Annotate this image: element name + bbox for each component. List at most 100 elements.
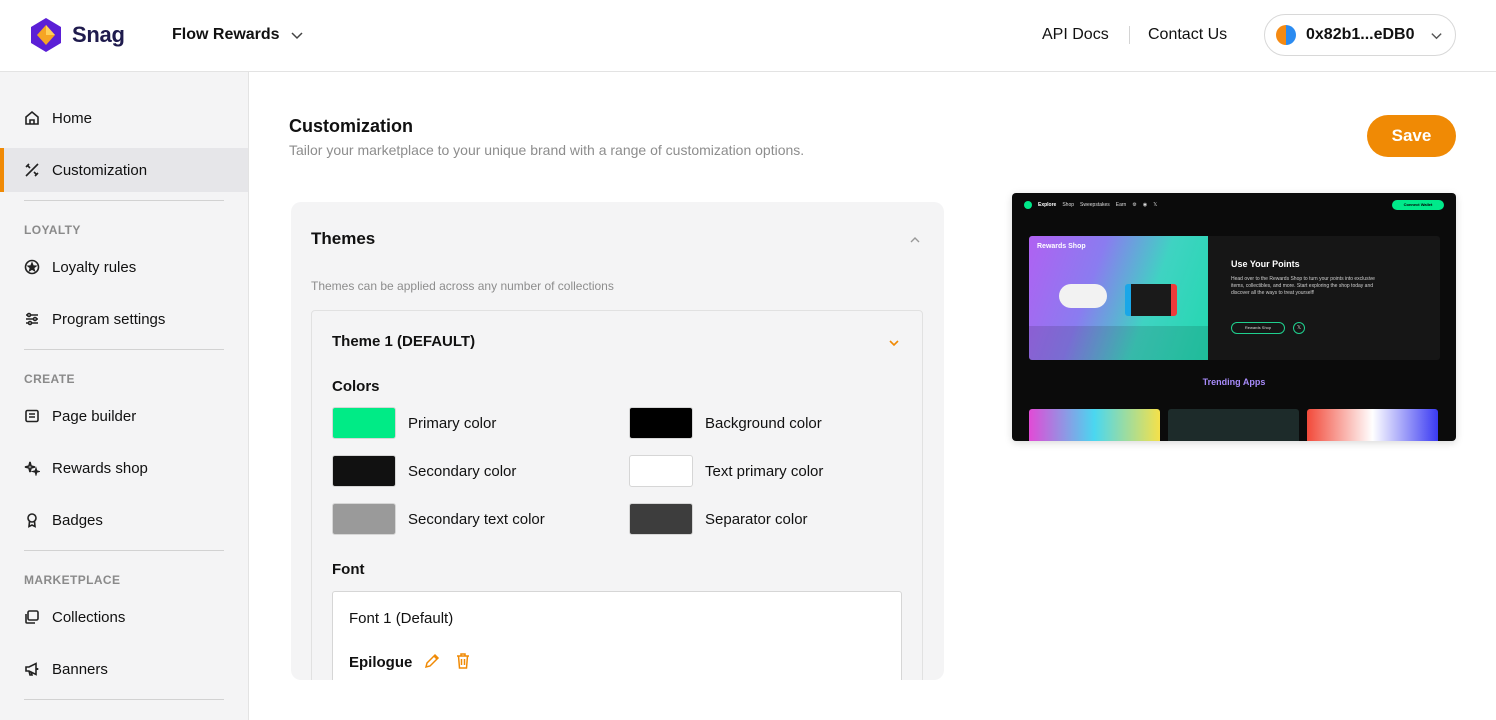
color-label: Background color [705,414,822,432]
preview-nav-item: Sweepstakes [1080,202,1110,208]
wallet-address: 0x82b1...eDB0 [1306,26,1415,43]
color-label: Text primary color [705,462,824,480]
preview-trending-title: Trending Apps [1202,377,1266,387]
font-name: Font 1 (Default) [349,610,454,627]
sidebar-item-rewards-shop[interactable]: Rewards shop [0,446,248,490]
secondary-color-swatch[interactable] [332,455,396,487]
wallet-button[interactable]: 0x82b1...eDB0 [1264,14,1456,56]
preview-app-tile [1029,409,1160,441]
sparkles-icon [24,461,40,476]
marketplace-preview: Explore Shop Sweepstakes Earn ⚙ ◉ 𝕏 Conn… [1012,193,1456,441]
primary-color-swatch[interactable] [332,407,396,439]
preview-nav-item: Shop [1062,202,1075,208]
themes-description: Themes can be applied across any number … [311,279,614,293]
page-subtitle: Tailor your marketplace to your unique b… [289,142,805,158]
chevron-down-icon [291,32,303,40]
color-row-primary: Primary color [332,407,496,439]
sidebar-section-create: CREATE [24,372,75,386]
preview-hero: Rewards Shop Use Your Points Head over t… [1029,236,1440,360]
themes-title: Themes [311,229,376,248]
sidebar-item-label: Program settings [52,310,166,328]
chevron-down-icon [1431,33,1442,40]
star-circle-icon [24,259,40,275]
top-header: Snag Flow Rewards API Docs Contact Us 0x… [0,0,1496,72]
headset-image [1059,284,1107,308]
font-family: Epilogue [349,654,413,671]
sidebar-item-home[interactable]: Home [0,96,248,140]
preview-hero-title: Use Your Points [1231,259,1300,269]
color-row-text-primary: Text primary color [629,455,823,487]
sidebar-item-badges[interactable]: Badges [0,498,248,542]
secondary-text-color-swatch[interactable] [332,503,396,535]
separator-color-swatch[interactable] [629,503,693,535]
preview-nav-item: Explore [1038,202,1057,208]
background-color-swatch[interactable] [629,407,693,439]
sidebar-item-label: Collections [52,608,126,626]
hero-floor [1029,326,1208,360]
color-label: Primary color [408,414,497,432]
font-label: Font [332,561,365,578]
color-row-separator: Separator color [629,503,808,535]
sidebar-item-label: Banners [52,660,108,678]
theme-title[interactable]: Theme 1 (DEFAULT) [332,333,475,350]
color-label: Secondary color [408,462,517,480]
project-name: Flow Rewards [172,26,280,43]
header-divider [1129,26,1130,44]
page-icon [25,409,39,423]
sidebar-item-label: Badges [52,511,103,529]
sidebar-item-label: Home [52,109,93,127]
chevron-up-icon[interactable] [908,233,922,247]
wallet-avatar-icon [1276,25,1296,45]
snag-logo-icon[interactable] [28,17,64,53]
sidebar-divider [24,349,224,350]
page-title: Customization [289,116,413,136]
preview-hero-body: Head over to the Rewards Shop to turn yo… [1231,276,1375,296]
sidebar-divider [24,200,224,201]
preview-hero-button: Rewards Shop [1231,322,1285,334]
sidebar-item-program-settings[interactable]: Program settings [0,297,248,341]
badge-icon [27,513,37,528]
sidebar-item-banners[interactable]: Banners [0,647,248,691]
sidebar-divider [24,699,224,700]
x-icon: 𝕏 [1153,202,1158,208]
color-label: Secondary text color [408,510,545,528]
save-button[interactable]: Save [1367,115,1456,157]
preview-hero-label: Rewards Shop [1037,243,1086,250]
sliders-icon [26,312,38,326]
text-primary-color-swatch[interactable] [629,455,693,487]
pencil-icon[interactable] [423,652,441,670]
sidebar-item-loyalty-rules[interactable]: Loyalty rules [0,245,248,289]
sidebar-item-label: Loyalty rules [52,258,137,276]
gear-icon: ⚙ [1132,202,1137,208]
home-icon [25,110,39,125]
sidebar-item-label: Customization [52,161,148,179]
sidebar-item-label: Page builder [52,407,137,425]
theme-card: Theme 1 (DEFAULT) Colors Primary color B… [311,310,923,680]
sidebar-item-collections[interactable]: Collections [0,595,248,639]
discord-icon: ◉ [1142,202,1148,208]
sidebar-item-page-builder[interactable]: Page builder [0,394,248,438]
preview-nav: Explore Shop Sweepstakes Earn ⚙ ◉ 𝕏 Conn… [1012,193,1456,217]
megaphone-icon [25,662,39,676]
chevron-down-icon[interactable] [887,336,901,350]
font-box: Font 1 (Default) Epilogue [332,591,902,680]
color-row-secondary-text: Secondary text color [332,503,545,535]
project-selector[interactable]: Flow Rewards [172,26,304,44]
console-image [1125,284,1177,316]
sidebar-section-marketplace: MARKETPLACE [24,573,121,587]
trash-icon[interactable] [455,652,471,670]
preview-connect-button: Connect Wallet [1392,200,1444,210]
tools-icon [25,163,39,177]
flow-logo-icon [1024,201,1032,209]
brand-name: Snag [72,22,125,47]
contact-us-link[interactable]: Contact Us [1148,26,1227,44]
sidebar-item-label: Rewards shop [52,459,148,477]
color-row-background: Background color [629,407,822,439]
x-icon: 𝕏 [1293,322,1305,334]
preview-app-tile [1168,409,1299,441]
collections-icon [25,610,39,624]
api-docs-link[interactable]: API Docs [1042,26,1109,44]
color-row-secondary: Secondary color [332,455,516,487]
sidebar-item-customization[interactable]: Customization [0,148,248,192]
preview-app-tile [1307,409,1438,441]
